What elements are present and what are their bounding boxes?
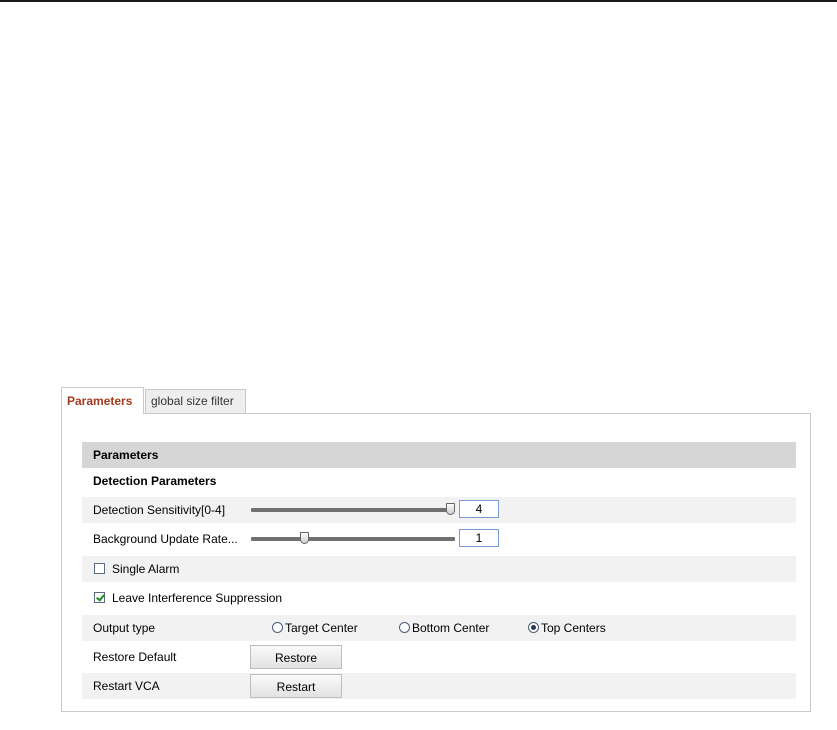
single-alarm-checkbox[interactable] (94, 563, 105, 574)
background-update-rate-slider[interactable] (251, 532, 455, 544)
detection-sensitivity-slider[interactable] (251, 503, 455, 515)
restore-button[interactable]: Restore (250, 645, 342, 669)
restart-vca-row: Restart VCA Restart (82, 673, 796, 699)
bottom-center-label: Bottom Center (412, 621, 490, 635)
leave-interference-row: Leave Interference Suppression (82, 585, 796, 611)
output-type-row: Output type Target Center Bottom Center … (82, 615, 796, 641)
background-update-rate-row: Background Update Rate... 1 (82, 526, 796, 552)
parameters-panel: Parameters Detection Parameters Detectio… (61, 413, 811, 712)
single-alarm-row: Single Alarm (82, 556, 796, 582)
output-type-label: Output type (93, 621, 156, 635)
tab-global-size-filter[interactable]: global size filter (145, 389, 246, 413)
detection-sensitivity-label: Detection Sensitivity[0-4] (93, 503, 226, 517)
restore-default-label: Restore Default (93, 650, 177, 664)
detection-parameters-heading: Detection Parameters (82, 468, 796, 494)
background-update-rate-input[interactable]: 1 (459, 529, 499, 547)
restart-vca-label: Restart VCA (93, 679, 160, 693)
bottom-center-radio[interactable] (399, 622, 410, 633)
restore-default-row: Restore Default Restore (82, 644, 796, 670)
leave-interference-checkbox[interactable] (94, 592, 105, 603)
leave-interference-label: Leave Interference Suppression (112, 591, 283, 605)
detection-sensitivity-slider-handle[interactable] (446, 503, 455, 515)
top-centers-radio[interactable] (528, 622, 539, 633)
detection-sensitivity-row: Detection Sensitivity[0-4] 4 (82, 497, 796, 523)
detection-sensitivity-input[interactable]: 4 (459, 500, 499, 518)
top-centers-label: Top Centers (541, 621, 606, 635)
target-center-label: Target Center (285, 621, 358, 635)
background-update-rate-slider-handle[interactable] (300, 532, 309, 544)
detection-parameters-title: Detection Parameters (93, 474, 217, 488)
background-update-rate-label: Background Update Rate... (93, 532, 238, 546)
section-header: Parameters (82, 442, 796, 468)
section-header-title: Parameters (93, 448, 159, 462)
single-alarm-label: Single Alarm (112, 562, 180, 576)
target-center-radio[interactable] (272, 622, 283, 633)
top-divider (0, 0, 837, 2)
restart-button[interactable]: Restart (250, 674, 342, 698)
tab-parameters[interactable]: Parameters (61, 387, 144, 414)
